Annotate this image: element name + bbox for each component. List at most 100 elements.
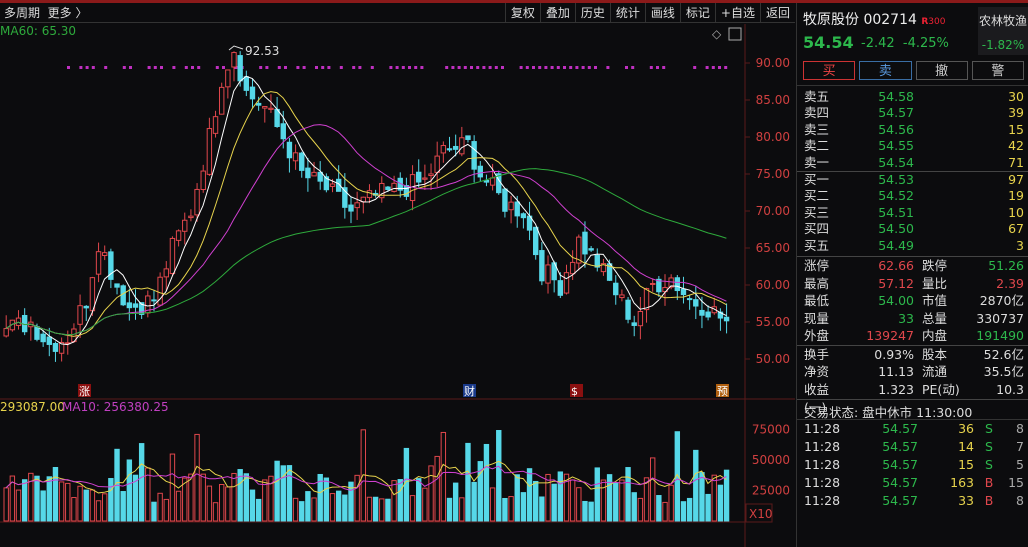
orderbook-row[interactable]: 卖四 54.57 39 — [797, 105, 1028, 121]
candle — [237, 55, 243, 82]
volume-bar — [379, 498, 385, 522]
signal-dot — [550, 66, 554, 69]
volume-bar — [305, 491, 311, 522]
orderbook-row[interactable]: 卖二 54.55 42 — [797, 138, 1028, 154]
candle — [231, 52, 237, 68]
stat-label: 最低 — [804, 293, 830, 309]
orderbook-row[interactable]: 卖五 54.58 30 — [797, 89, 1028, 105]
volume-bar — [557, 471, 564, 522]
stat-label: 市值 — [922, 293, 948, 309]
candle — [305, 167, 311, 179]
level-price: 54.55 — [878, 138, 914, 154]
volume-bar — [212, 502, 219, 522]
volume-bar — [249, 489, 256, 522]
volume-bar — [200, 473, 206, 522]
trading-status: 交易状态: 盘中休市 11:30:00 — [797, 400, 1028, 420]
toolbar-button-mark[interactable]: 标记 — [679, 2, 715, 23]
candle — [280, 123, 286, 140]
level-volume: 97 — [1008, 171, 1024, 187]
volume-bar — [588, 501, 594, 522]
stat-row: 净资 11.13 流通 35.5亿 — [797, 363, 1028, 381]
kline-chart[interactable]: MA60: 65.30 ◇ 90.00 85.00 80.00 75.00 70.00 6… — [0, 24, 795, 547]
volume-bar — [416, 478, 422, 522]
toolbar-button-draw[interactable]: 画线 — [644, 2, 680, 23]
candle — [569, 261, 576, 275]
volume-bar — [409, 495, 416, 522]
tick-count: 8 — [1016, 420, 1024, 436]
event-marker[interactable]: 涨 — [79, 385, 90, 398]
signal-dot — [277, 66, 281, 69]
toolbar-button-back[interactable]: 返回 — [759, 2, 795, 23]
signal-dot — [631, 66, 635, 69]
toolbar-button-fuquan[interactable]: 复权 — [504, 2, 540, 23]
candle — [613, 282, 619, 296]
event-marker[interactable]: $ — [571, 385, 578, 398]
toolbar-button-overlay[interactable]: 叠加 — [539, 2, 575, 23]
signal-dot — [538, 66, 542, 69]
stat-row: 现量 33 总量 330737 — [797, 310, 1028, 328]
signal-dot — [501, 66, 504, 69]
orderbook-row[interactable]: 买一 54.53 97 — [797, 172, 1028, 188]
toolbar-button-history[interactable]: 历史 — [574, 2, 610, 23]
signal-dot — [724, 66, 728, 69]
stat-row: 最高 57.12 量比 2.39 — [797, 275, 1028, 293]
tick-time: 11:28 — [804, 456, 841, 472]
orderbook-row[interactable]: 卖一 54.54 71 — [797, 155, 1028, 171]
volume-bar — [711, 474, 717, 522]
last-price: 54.54 — [803, 33, 854, 52]
level-label: 买四 — [804, 221, 830, 237]
orderbook-row[interactable]: 卖三 54.56 15 — [797, 122, 1028, 138]
diamond-icon[interactable]: ◇ — [712, 27, 722, 41]
price-tick: 60.00 — [756, 278, 790, 292]
signal-dot — [476, 66, 480, 69]
event-marker[interactable]: 预 — [717, 385, 728, 398]
tick-count: 15 — [1008, 474, 1024, 490]
candle — [403, 185, 410, 197]
volume-bar — [65, 482, 71, 522]
sell-button[interactable]: 卖 — [859, 61, 912, 80]
volume-bar — [89, 489, 96, 522]
volume-bar — [643, 477, 650, 522]
candle — [594, 254, 600, 268]
signal-dot — [222, 66, 225, 69]
volume-bar — [483, 443, 490, 522]
toolbar-button-watchlist[interactable]: +自选 — [714, 2, 760, 23]
signal-dot — [519, 66, 523, 69]
ma60-line — [5, 168, 727, 336]
signal-dot — [358, 66, 362, 69]
candle — [188, 215, 194, 219]
candle — [95, 251, 102, 275]
panel-toggle-icon[interactable] — [728, 27, 742, 41]
toolbar-button-stats[interactable]: 统计 — [609, 2, 645, 23]
candle — [52, 343, 59, 352]
orderbook-row[interactable]: 买二 54.52 19 — [797, 188, 1028, 204]
buy-button[interactable]: 买 — [803, 61, 856, 80]
tick-row: 11:28 54.57 163 B 15 — [797, 474, 1028, 492]
high-price-label: 92.53 — [245, 44, 279, 58]
volume-bar — [126, 459, 133, 522]
signal-dot — [693, 66, 697, 69]
candle — [514, 201, 520, 217]
orderbook-row[interactable]: 买四 54.50 67 — [797, 221, 1028, 237]
volume-bar — [391, 480, 397, 522]
volume-bar — [489, 487, 496, 522]
signal-dot — [587, 66, 591, 69]
candle — [705, 311, 711, 318]
tick-row: 11:28 54.57 33 B 8 — [797, 492, 1028, 510]
orderbook-row[interactable]: 买五 54.49 3 — [797, 238, 1028, 254]
signal-dot — [370, 66, 374, 69]
orderbook-row[interactable]: 买三 54.51 10 — [797, 205, 1028, 221]
volume-bar — [452, 482, 459, 522]
period-button[interactable]: 多周期 — [4, 6, 40, 20]
stat-label: 量比 — [922, 275, 948, 291]
signal-dot — [625, 66, 628, 69]
cancel-button[interactable]: 撤 — [915, 61, 968, 80]
alert-button[interactable]: 警 — [971, 61, 1024, 80]
signal-dot — [649, 66, 653, 69]
sector-badge[interactable]: 农林牧渔 -1.82% — [978, 7, 1028, 55]
event-marker[interactable]: 财 — [464, 384, 475, 398]
signal-dot — [414, 66, 418, 69]
more-button[interactable]: 更多 〉 — [48, 6, 88, 20]
signal-dot — [160, 66, 163, 69]
candle — [391, 182, 397, 192]
